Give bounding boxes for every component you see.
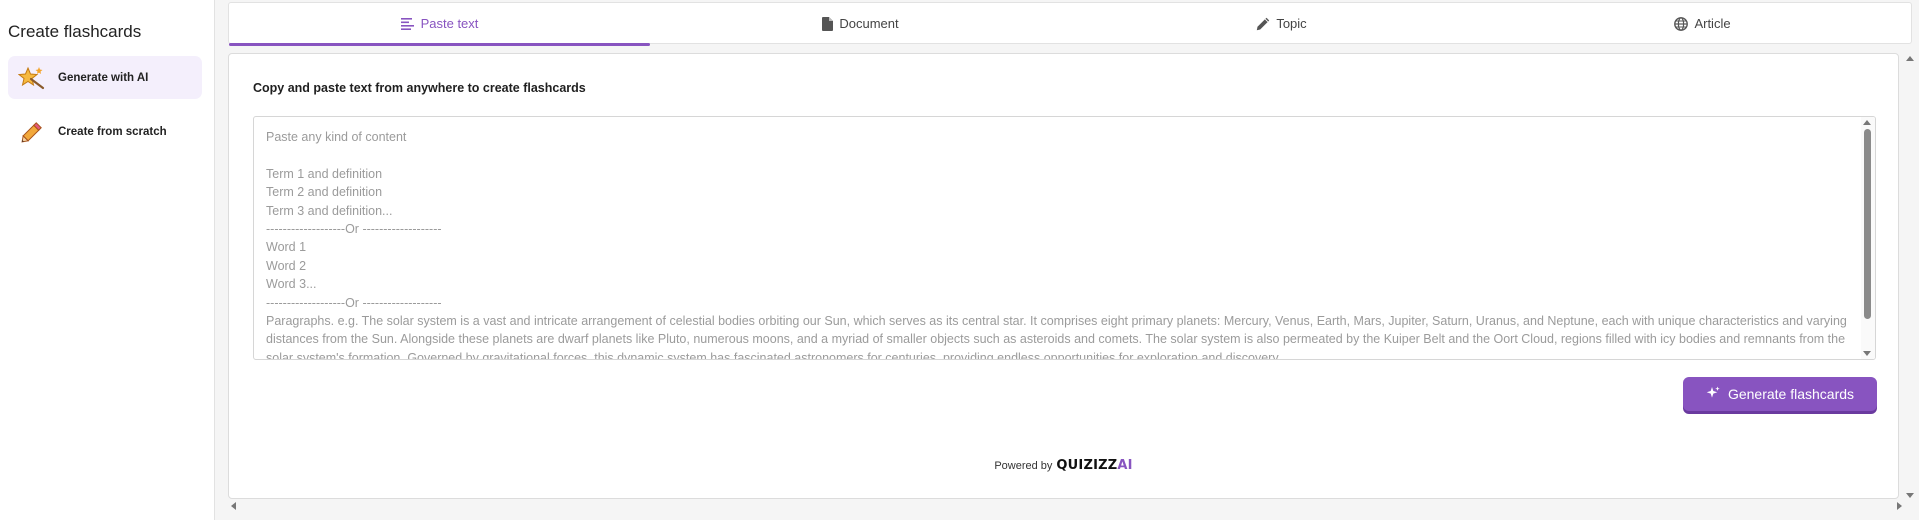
content-textarea[interactable]: Paste any kind of content Term 1 and def… <box>253 116 1876 360</box>
sparkle-wand-icon <box>18 64 46 92</box>
textarea-placeholder: Paste any kind of content Term 1 and def… <box>266 130 1847 360</box>
text-lines-icon <box>400 17 415 30</box>
sidebar-title: Create flashcards <box>8 22 142 41</box>
scroll-right-arrow-icon[interactable] <box>1897 502 1902 510</box>
powered-by: Powered by QUIZIZZAI <box>229 458 1898 473</box>
sidebar-item-label: Create from scratch <box>58 125 167 138</box>
scrollbar-thumb[interactable] <box>1864 129 1871 319</box>
page-vertical-scrollbar[interactable] <box>1903 53 1917 498</box>
scroll-down-arrow-icon[interactable] <box>1906 493 1914 498</box>
sidebar: Create flashcards Generate with AI Creat… <box>0 0 215 520</box>
tab-paste-text[interactable]: Paste text <box>229 3 650 46</box>
sidebar-item-create-from-scratch[interactable]: Create from scratch <box>8 110 202 153</box>
powered-by-text: Powered by <box>994 459 1053 472</box>
globe-icon <box>1674 16 1689 31</box>
brand-main: QUIZIZZ <box>1056 458 1118 473</box>
generate-flashcards-button[interactable]: Generate flashcards <box>1683 377 1877 411</box>
document-icon <box>822 16 834 31</box>
generate-label: Generate flashcards <box>1727 386 1855 402</box>
tab-document[interactable]: Document <box>650 3 1071 44</box>
instruction-text: Copy and paste text from anywhere to cre… <box>253 81 586 95</box>
tab-label: Topic <box>1276 16 1307 31</box>
tab-label: Document <box>839 16 899 31</box>
scroll-up-arrow-icon[interactable] <box>1906 56 1914 61</box>
paste-text-panel: Copy and paste text from anywhere to cre… <box>228 53 1899 499</box>
tab-topic[interactable]: Topic <box>1071 3 1492 44</box>
brand-ai: AI <box>1117 458 1133 473</box>
scroll-left-arrow-icon[interactable] <box>231 502 236 510</box>
tab-label: Paste text <box>420 16 479 31</box>
textarea-scrollbar[interactable] <box>1861 117 1875 359</box>
sidebar-item-generate-with-ai[interactable]: Generate with AI <box>8 56 202 99</box>
pencil-icon <box>1256 17 1270 31</box>
page-horizontal-scrollbar[interactable] <box>228 500 1902 512</box>
input-mode-tabs: Paste text Document Topic Article <box>228 2 1913 46</box>
quizizz-ai-logo: QUIZIZZAI <box>1056 458 1132 473</box>
scroll-down-arrow-icon[interactable] <box>1863 351 1871 356</box>
sidebar-item-label: Generate with AI <box>58 71 149 84</box>
scroll-up-arrow-icon[interactable] <box>1863 120 1871 125</box>
tab-label: Article <box>1694 16 1731 31</box>
tab-article[interactable]: Article <box>1492 3 1913 44</box>
pencil-icon <box>18 118 46 146</box>
sparkle-icon <box>1706 386 1720 403</box>
